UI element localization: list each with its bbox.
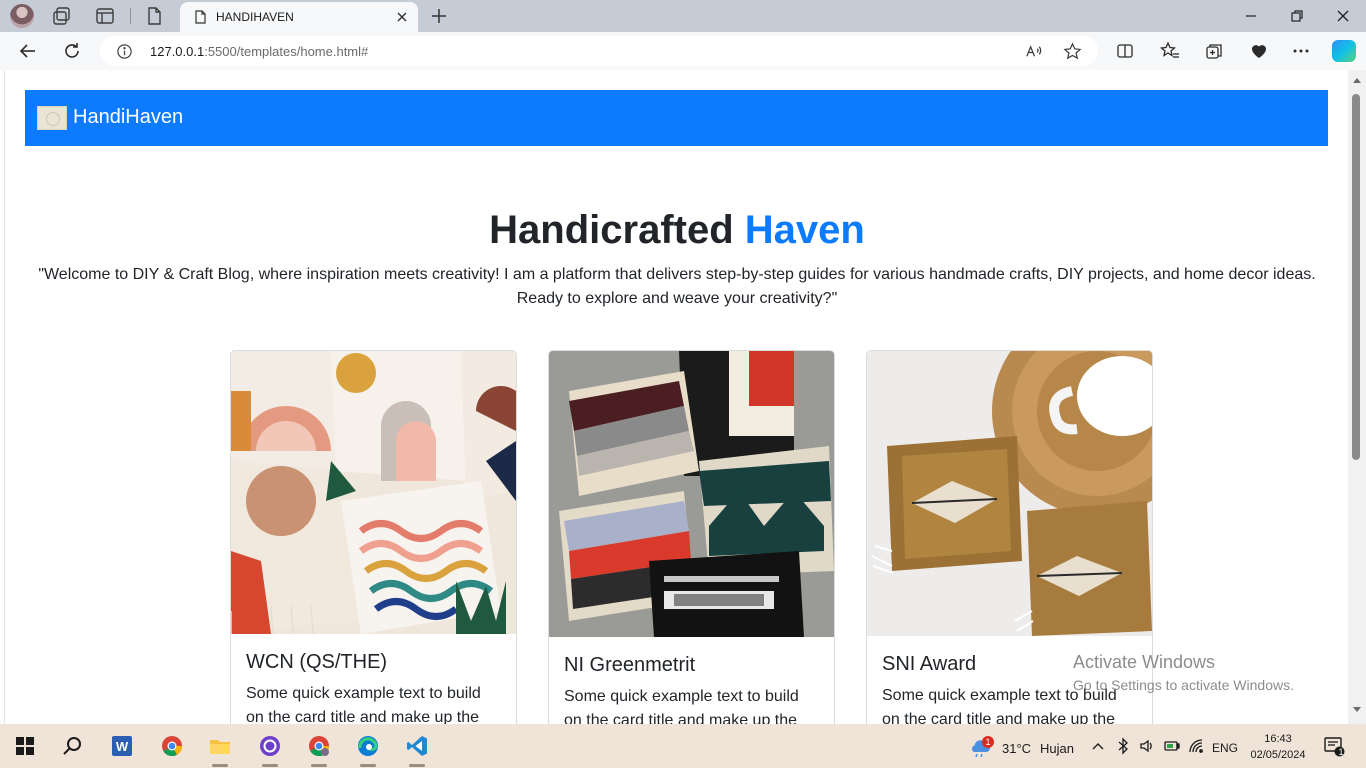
input-language[interactable]: ENG [1212,741,1238,755]
edge-running-indicator [360,764,376,767]
card-image-woven-mug-rugs [867,351,1152,636]
edge-app-icon[interactable] [356,734,380,758]
windows-taskbar: W 1 31°C Hujan ENG 16:43 02/05/2024 1 [0,724,1366,768]
browser-toolbar: 127.0.0.1:5500/templates/home.html# [0,32,1366,70]
page-icon[interactable] [143,5,165,27]
vscode-app-icon[interactable] [405,734,429,758]
clock-date: 02/05/2024 [1250,749,1306,761]
read-aloud-icon[interactable] [1024,42,1043,61]
chevron-up-icon[interactable] [1090,738,1106,754]
browser-essentials-icon[interactable] [1249,41,1269,61]
hero-title-main: Handicrafted [489,208,734,252]
card-title: SNI Award [882,653,977,675]
card-text: Some quick example text to build on the … [246,685,481,724]
card-ni-greenmetrit: NI Greenmetrit Some quick example text t… [548,350,835,724]
system-clock[interactable]: 16:43 02/05/2024 [1248,731,1308,763]
word-app-icon[interactable]: W [110,734,134,758]
close-tab-icon[interactable] [394,9,410,25]
chrome-app-icon[interactable] [160,734,184,758]
scrollbar-thumb[interactable] [1352,94,1360,460]
address-bar[interactable]: 127.0.0.1:5500/templates/home.html# [100,36,1098,66]
favorites-icon[interactable] [1160,41,1180,61]
card-title: NI Greenmetrit [564,654,696,676]
favorite-star-icon[interactable] [1063,42,1082,61]
hero-title: Handicrafted Haven [5,208,1348,253]
chrome-profile-running-indicator [311,764,327,767]
restore-icon[interactable] [1287,6,1307,26]
file-explorer-icon[interactable] [208,734,232,758]
copilot-icon[interactable] [1332,40,1356,62]
github-running-indicator [262,764,278,767]
weather-badge: 1 [982,736,994,748]
card-wcn: WCN (QS/THE) Some quick example text to … [230,350,517,724]
tab-active[interactable]: HANDIHAVEN [180,2,418,32]
chrome-profile-icon[interactable] [307,734,331,758]
card-text: Some quick example text to build on the … [564,688,799,724]
url-host: 127.0.0.1 [150,44,205,59]
collections-icon[interactable] [1204,41,1224,61]
vscode-running-indicator [409,764,425,767]
hero-description: "Welcome to DIY & Craft Blog, where insp… [38,266,1316,307]
hero-title-accent: Haven [744,208,865,252]
url-text[interactable]: 127.0.0.1:5500/templates/home.html# [150,44,368,59]
site-navbar: HandiHaven [25,90,1328,146]
brand-name[interactable]: HandiHaven [73,106,183,129]
tab-actions-icon[interactable] [94,5,116,27]
url-path: :5500/templates/home.html# [204,44,369,59]
notification-count: 1 [1338,747,1344,757]
refresh-icon[interactable] [61,40,83,62]
wifi-icon[interactable] [1187,737,1205,755]
bluetooth-icon[interactable] [1115,737,1131,755]
card-image-crochet-tapestries [231,351,516,634]
browser-tab-strip: HANDIHAVEN [0,0,1366,32]
search-icon[interactable] [60,734,84,758]
clock-time: 16:43 [1264,733,1292,745]
page-scrollbar[interactable] [1348,70,1366,724]
close-window-icon[interactable] [1333,6,1353,26]
windows-start-icon[interactable] [13,734,37,758]
weather-description[interactable]: Hujan [1040,741,1074,756]
weather-temperature[interactable]: 31°C [1002,741,1031,756]
more-menu-icon[interactable] [1291,41,1311,61]
card-image-woven-coasters [549,351,834,637]
back-arrow-icon[interactable] [17,40,39,62]
card-sni-award: SNI Award Some quick example text to bui… [866,350,1153,724]
tab-title: HANDIHAVEN [216,10,294,24]
site-info-icon[interactable] [116,43,133,60]
speaker-icon[interactable] [1138,737,1156,755]
scroll-up-arrow-icon[interactable] [1353,78,1361,83]
brand-logo[interactable] [37,106,67,130]
workspaces-icon[interactable] [51,5,73,27]
scroll-down-arrow-icon[interactable] [1353,707,1361,712]
tab-separator [130,8,131,24]
file-explorer-running-indicator [212,764,228,767]
page-viewport: HandiHaven Handicrafted Haven "Welcome t… [4,70,1348,724]
split-screen-icon[interactable] [1115,41,1135,61]
new-tab-icon[interactable] [428,5,450,27]
battery-icon[interactable] [1163,737,1181,755]
svg-text:W: W [116,739,129,754]
profile-avatar[interactable] [10,4,34,28]
page-favicon-icon [195,10,206,24]
minimize-icon[interactable] [1241,6,1261,26]
card-text: Some quick example text to build on the … [882,687,1117,724]
card-title: WCN (QS/THE) [246,651,388,673]
github-desktop-icon[interactable] [258,734,282,758]
